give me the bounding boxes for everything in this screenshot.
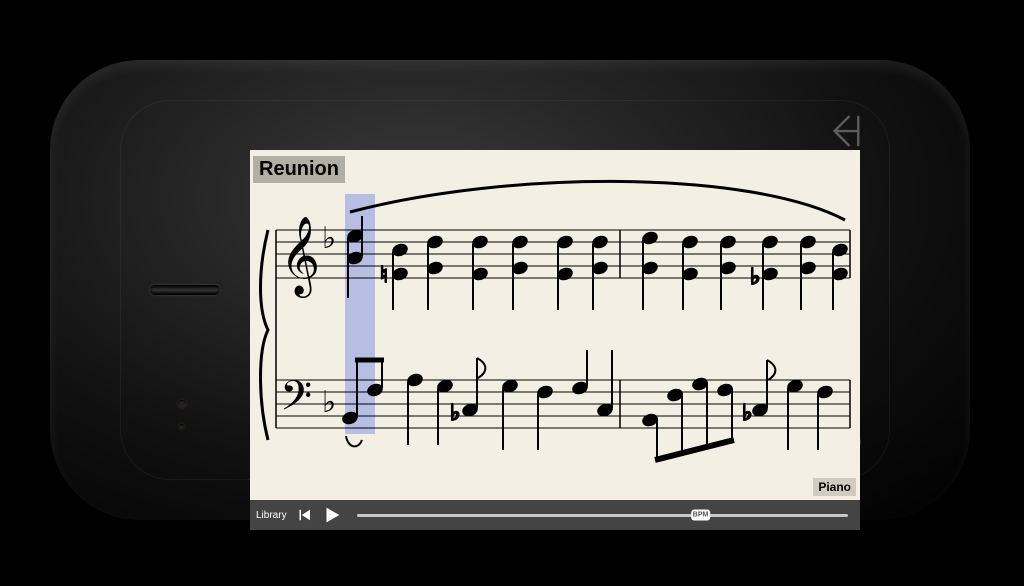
svg-text:♭: ♭ [742, 400, 752, 425]
svg-text:♮: ♮ [380, 262, 388, 287]
sensors [178, 400, 186, 429]
bpm-slider-handle[interactable]: BPM [691, 510, 711, 521]
svg-text:𝄢: 𝄢 [280, 373, 312, 429]
app-screen: Reunion [250, 150, 860, 530]
play-button[interactable] [321, 504, 343, 526]
svg-text:𝄞: 𝄞 [280, 217, 320, 298]
tempo-slider[interactable]: BPM [357, 514, 848, 517]
svg-text:♭: ♭ [322, 386, 336, 419]
back-icon[interactable] [825, 112, 863, 155]
phone-body: Reunion [50, 60, 970, 520]
instrument-chip: Piano [813, 478, 856, 496]
score-notation: 𝄞 𝄢 ♭ ♭ ♮ [250, 150, 860, 500]
score-view[interactable]: Reunion [250, 150, 860, 500]
library-button[interactable]: Library [256, 510, 287, 521]
svg-text:♭: ♭ [750, 264, 760, 289]
playback-controls: Library BPM [250, 500, 860, 530]
svg-text:♭: ♭ [322, 222, 336, 255]
rewind-button[interactable] [295, 506, 313, 524]
earpiece-speaker [150, 285, 220, 295]
svg-text:♭: ♭ [450, 400, 460, 425]
